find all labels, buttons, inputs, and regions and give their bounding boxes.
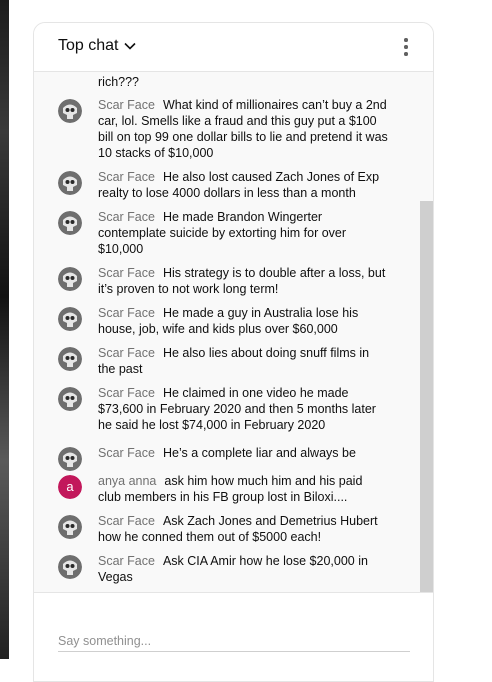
skull-avatar-icon[interactable] <box>58 211 82 235</box>
author-name[interactable]: Scar Face <box>98 266 155 280</box>
partial-message-text: rich??? <box>98 75 139 89</box>
skull-avatar-icon[interactable] <box>58 307 82 331</box>
live-chat-panel: Top chat rich??? Scar Face What kind of m… <box>33 22 434 682</box>
chat-message: Scar Face He also lies about doing snuff … <box>58 345 388 377</box>
more-options-icon[interactable] <box>403 38 409 58</box>
chat-message: a anya anna ask him how much him and his … <box>58 473 388 505</box>
avatar-letter: a <box>66 479 74 494</box>
video-edge-strip <box>0 0 9 659</box>
skull-avatar-icon[interactable] <box>58 347 82 371</box>
author-name[interactable]: Scar Face <box>98 346 155 360</box>
chat-message-input[interactable] <box>58 631 410 652</box>
author-name[interactable]: Scar Face <box>98 210 155 224</box>
author-name[interactable]: Scar Face <box>98 554 155 568</box>
author-name[interactable]: Scar Face <box>98 446 155 460</box>
page-margin <box>448 0 492 659</box>
chat-message: Scar Face His strategy is to double after… <box>58 265 388 297</box>
chevron-down-icon <box>124 42 137 50</box>
skull-avatar-icon[interactable] <box>58 267 82 291</box>
skull-avatar-icon[interactable] <box>58 99 82 123</box>
skull-avatar-icon[interactable] <box>58 515 82 539</box>
chat-input-area <box>34 592 433 681</box>
chat-message: Scar Face He made Brandon Wingerter conte… <box>58 209 388 257</box>
letter-a-avatar-icon[interactable]: a <box>58 475 82 499</box>
message-text: He’s a complete liar and always be <box>162 446 356 460</box>
author-name[interactable]: Scar Face <box>98 98 155 112</box>
chat-message: Scar Face He claimed in one video he made… <box>58 385 388 433</box>
skull-avatar-icon[interactable] <box>58 387 82 411</box>
chat-mode-label: Top chat <box>58 37 119 54</box>
skull-avatar-icon[interactable] <box>58 555 82 579</box>
chat-header: Top chat <box>34 23 433 72</box>
top-chat-dropdown[interactable]: Top chat <box>58 37 137 55</box>
chat-message: Scar Face Ask CIA Amir how he lose $20,00… <box>58 553 388 585</box>
chat-message: Scar Face He’s a complete liar and always… <box>58 445 388 471</box>
author-name[interactable]: Scar Face <box>98 386 155 400</box>
chat-message: Scar Face He made a guy in Australia lose… <box>58 305 388 337</box>
skull-avatar-icon[interactable] <box>58 447 82 471</box>
author-name[interactable]: Scar Face <box>98 514 155 528</box>
author-name[interactable]: anya anna <box>98 474 156 488</box>
chat-message: Scar Face Ask Zach Jones and Demetrius Hu… <box>58 513 388 545</box>
author-name[interactable]: Scar Face <box>98 306 155 320</box>
skull-avatar-icon[interactable] <box>58 171 82 195</box>
chat-message: Scar Face He also lost caused Zach Jones … <box>58 169 388 201</box>
chat-message: Scar Face What kind of millionaires can’t… <box>58 97 388 161</box>
scrollbar-thumb[interactable] <box>420 201 433 592</box>
author-name[interactable]: Scar Face <box>98 170 155 184</box>
chat-message-list[interactable]: rich??? Scar Face What kind of millionair… <box>34 72 433 592</box>
